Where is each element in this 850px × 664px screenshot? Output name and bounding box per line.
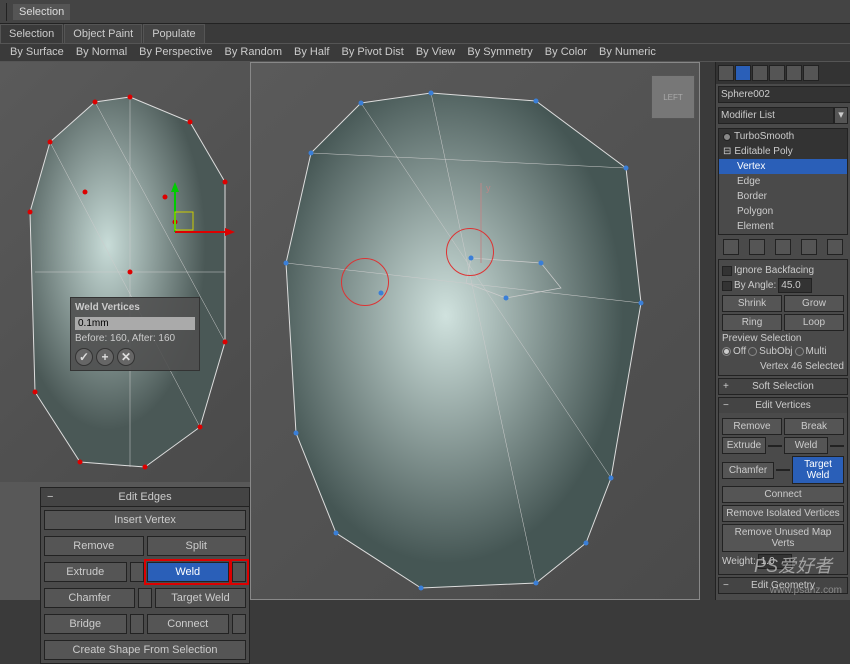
target-weld-button[interactable]: Target Weld bbox=[155, 588, 246, 608]
create-shape-button[interactable]: Create Shape From Selection bbox=[44, 640, 246, 660]
ev-remove-button[interactable]: Remove bbox=[722, 418, 782, 435]
annotation-circle bbox=[341, 258, 389, 306]
by-angle-checkbox[interactable] bbox=[722, 281, 732, 291]
by-angle-spinner[interactable] bbox=[778, 278, 812, 293]
svg-text:y: y bbox=[486, 183, 491, 193]
weld-cancel-icon[interactable]: ✕ bbox=[117, 348, 135, 366]
weld-status: Before: 160, After: 160 bbox=[75, 333, 195, 344]
motion-tab-icon[interactable] bbox=[769, 65, 785, 81]
tab-object-paint[interactable]: Object Paint bbox=[64, 24, 142, 43]
top-toolbar: Selection bbox=[0, 0, 850, 24]
viewport-right[interactable]: y bbox=[250, 62, 700, 600]
weld-popup: Weld Vertices 0.1mm Before: 160, After: … bbox=[70, 297, 200, 371]
stack-edge[interactable]: Edge bbox=[719, 174, 847, 189]
ev-weld-button[interactable]: Weld bbox=[784, 437, 828, 454]
filter-pivot[interactable]: By Pivot Dist bbox=[335, 44, 409, 61]
ev-connect-button[interactable]: Connect bbox=[722, 486, 844, 503]
watermark-url: www.psahz.com bbox=[770, 585, 842, 596]
weld-value[interactable]: 0.1mm bbox=[78, 318, 109, 329]
command-panel-tabs bbox=[716, 62, 850, 84]
bridge-button[interactable]: Bridge bbox=[44, 614, 127, 634]
modify-tab-icon[interactable] bbox=[735, 65, 751, 81]
watermark-cn: PS爱好者 bbox=[754, 552, 832, 578]
tab-populate[interactable]: Populate bbox=[143, 24, 204, 43]
filter-half[interactable]: By Half bbox=[288, 44, 335, 61]
extrude-settings-button[interactable] bbox=[130, 562, 144, 582]
ev-extrude-button[interactable]: Extrude bbox=[722, 437, 766, 454]
modifier-list-dropdown[interactable]: Modifier List bbox=[718, 107, 834, 124]
filter-normal[interactable]: By Normal bbox=[70, 44, 133, 61]
collapse-icon[interactable]: − bbox=[47, 491, 53, 503]
viewport-area: Weld Vertices 0.1mm Before: 160, After: … bbox=[0, 62, 700, 600]
chamfer-button[interactable]: Chamfer bbox=[44, 588, 135, 608]
stack-polygon[interactable]: Polygon bbox=[719, 204, 847, 219]
filter-numeric[interactable]: By Numeric bbox=[593, 44, 662, 61]
display-tab-icon[interactable] bbox=[786, 65, 802, 81]
tab-selection[interactable]: Selection bbox=[0, 24, 63, 43]
configure-icon[interactable] bbox=[827, 239, 843, 255]
connect-button[interactable]: Connect bbox=[147, 614, 230, 634]
filter-random[interactable]: By Random bbox=[219, 44, 288, 61]
preview-label: Preview Selection bbox=[722, 333, 844, 344]
insert-vertex-button[interactable]: Insert Vertex bbox=[44, 510, 246, 530]
remove-mod-icon[interactable] bbox=[801, 239, 817, 255]
selection-label: Selection bbox=[13, 4, 70, 20]
edit-vertices-rollout[interactable]: −Edit Vertices bbox=[719, 398, 847, 413]
preview-off-radio[interactable] bbox=[722, 347, 731, 356]
utilities-tab-icon[interactable] bbox=[803, 65, 819, 81]
object-name-field[interactable] bbox=[718, 86, 850, 103]
filter-color[interactable]: By Color bbox=[539, 44, 593, 61]
loop-button[interactable]: Loop bbox=[784, 314, 844, 331]
remove-unused-button[interactable]: Remove Unused Map Verts bbox=[722, 524, 844, 552]
stack-turbosmooth[interactable]: TurboSmooth bbox=[734, 131, 794, 142]
weld-apply-icon[interactable]: + bbox=[96, 348, 114, 366]
ring-button[interactable]: Ring bbox=[722, 314, 782, 331]
weld-popup-title: Weld Vertices bbox=[75, 302, 195, 313]
modifier-stack[interactable]: TurboSmooth ⊟Editable Poly Vertex Edge B… bbox=[718, 128, 848, 235]
preview-subobj-radio[interactable] bbox=[748, 347, 757, 356]
filter-bar: By Surface By Normal By Perspective By R… bbox=[0, 44, 850, 62]
edit-edges-header[interactable]: − Edit Edges bbox=[41, 488, 249, 507]
filter-view[interactable]: By View bbox=[410, 44, 462, 61]
weld-button[interactable]: Weld bbox=[147, 562, 230, 582]
remove-button[interactable]: Remove bbox=[44, 536, 144, 556]
ev-break-button[interactable]: Break bbox=[784, 418, 844, 435]
stack-border[interactable]: Border bbox=[719, 189, 847, 204]
ignore-backfacing-checkbox[interactable] bbox=[722, 266, 732, 276]
command-panel: Modifier List ▾ TurboSmooth ⊟Editable Po… bbox=[715, 62, 850, 600]
selection-status: Vertex 46 Selected bbox=[722, 361, 844, 372]
dropdown-arrow-icon[interactable]: ▾ bbox=[834, 107, 848, 124]
chamfer-settings-button[interactable] bbox=[138, 588, 152, 608]
shrink-button[interactable]: Shrink bbox=[722, 295, 782, 312]
annotation-circle bbox=[446, 228, 494, 276]
edit-edges-panel: − Edit Edges Insert Vertex Remove Split … bbox=[40, 487, 250, 664]
soft-selection-rollout[interactable]: +Soft Selection bbox=[719, 379, 847, 394]
show-result-icon[interactable] bbox=[749, 239, 765, 255]
stack-vertex[interactable]: Vertex bbox=[719, 159, 847, 174]
view-cube[interactable]: LEFT bbox=[651, 75, 695, 119]
make-unique-icon[interactable] bbox=[775, 239, 791, 255]
weld-ok-icon[interactable]: ✓ bbox=[75, 348, 93, 366]
pin-stack-icon[interactable] bbox=[723, 239, 739, 255]
extrude-button[interactable]: Extrude bbox=[44, 562, 127, 582]
filter-surface[interactable]: By Surface bbox=[4, 44, 70, 61]
grow-button[interactable]: Grow bbox=[784, 295, 844, 312]
bridge-settings-button[interactable] bbox=[130, 614, 144, 634]
split-button[interactable]: Split bbox=[147, 536, 247, 556]
ev-chamfer-button[interactable]: Chamfer bbox=[722, 462, 774, 479]
remove-isolated-button[interactable]: Remove Isolated Vertices bbox=[722, 505, 844, 522]
preview-multi-radio[interactable] bbox=[795, 347, 804, 356]
viewport-left[interactable]: Weld Vertices 0.1mm Before: 160, After: … bbox=[0, 62, 250, 482]
connect-settings-button[interactable] bbox=[232, 614, 246, 634]
filter-perspective[interactable]: By Perspective bbox=[133, 44, 218, 61]
filter-symmetry[interactable]: By Symmetry bbox=[461, 44, 538, 61]
weld-settings-button[interactable] bbox=[232, 562, 246, 582]
create-tab-icon[interactable] bbox=[718, 65, 734, 81]
ribbon-tabs: Selection Object Paint Populate bbox=[0, 24, 850, 44]
stack-element[interactable]: Element bbox=[719, 219, 847, 234]
stack-editable-poly[interactable]: Editable Poly bbox=[734, 146, 792, 157]
hierarchy-tab-icon[interactable] bbox=[752, 65, 768, 81]
ev-target-weld-button[interactable]: Target Weld bbox=[792, 456, 844, 484]
